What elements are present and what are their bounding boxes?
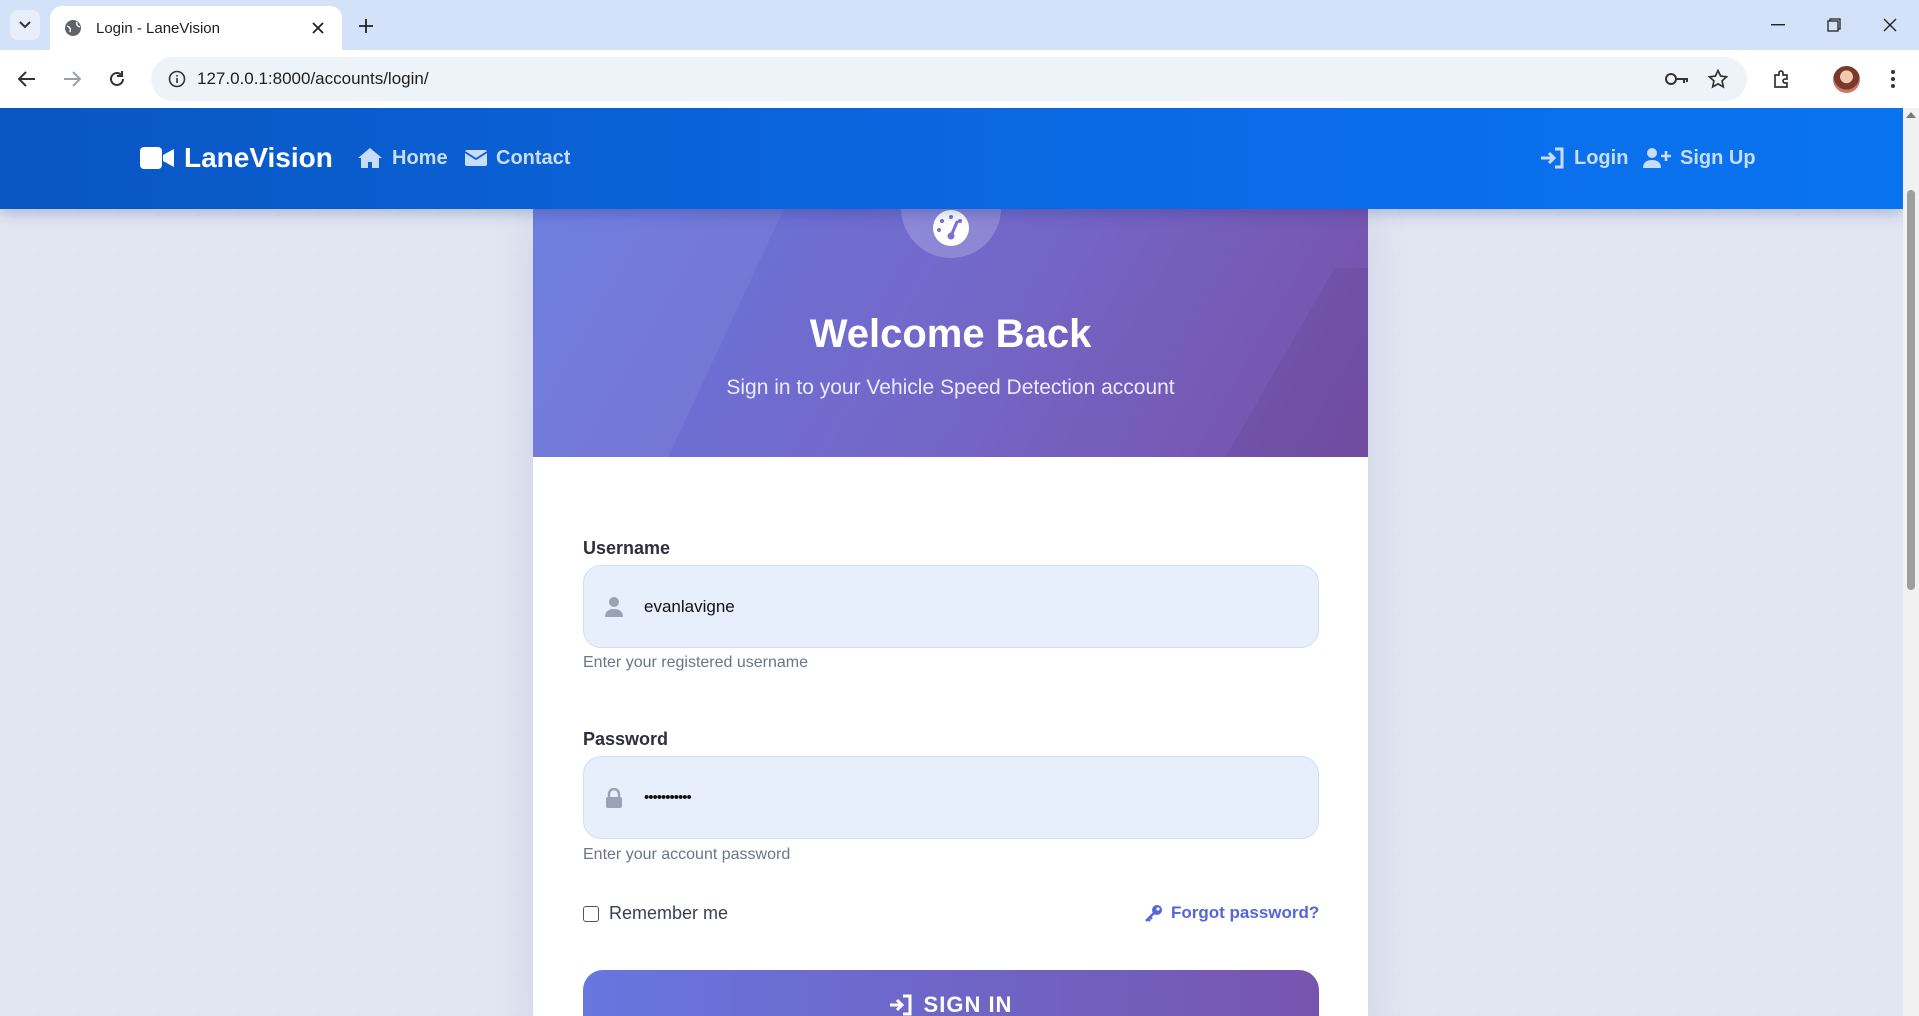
tab-title: Login - LaneVision (96, 19, 220, 37)
close-icon (1883, 18, 1897, 32)
scrollbar-thumb[interactable] (1907, 190, 1915, 590)
close-window-button[interactable] (1872, 10, 1908, 40)
nav-contact-link[interactable]: Contact (465, 138, 570, 178)
username-field[interactable]: evanlavigne (583, 565, 1319, 648)
url-text: 127.0.0.1:8000/accounts/login/ (197, 69, 429, 88)
user-plus-icon (1643, 148, 1671, 168)
extensions-icon[interactable] (1764, 57, 1800, 101)
brand-logo[interactable]: LaneVision (140, 138, 333, 178)
page-scrollbar[interactable] (1903, 108, 1919, 1016)
browser-menu-icon[interactable] (1875, 57, 1911, 101)
restore-icon (1827, 18, 1841, 32)
password-label: Password (583, 729, 669, 749)
reload-icon (110, 71, 124, 86)
remember-me[interactable]: Remember me (583, 903, 728, 924)
scroll-up-arrow[interactable] (1906, 112, 1916, 118)
username-label: Username (583, 538, 671, 558)
sign-in-icon (1541, 147, 1564, 169)
browser-tab[interactable]: Login - LaneVision (50, 6, 342, 50)
nav-home-label: Home (392, 146, 448, 169)
sign-in-button[interactable]: SIGN IN (583, 970, 1319, 1016)
minimize-button[interactable] (1760, 10, 1796, 40)
plus-icon (359, 19, 373, 33)
page-viewport: LaneVision Home Contact Login Sign Up We… (0, 108, 1903, 1016)
site-navbar: LaneVision Home Contact Login Sign Up (0, 108, 1903, 209)
home-icon (358, 148, 382, 168)
remember-label: Remember me (609, 903, 729, 923)
globe-icon (64, 19, 82, 37)
chevron-down-icon (19, 21, 31, 29)
address-bar[interactable]: 127.0.0.1:8000/accounts/login/ (151, 57, 1747, 101)
forgot-password-link[interactable]: Forgot password? (1145, 903, 1319, 923)
envelope-icon (465, 150, 487, 166)
reload-button[interactable] (102, 64, 132, 94)
minimize-icon (1771, 24, 1785, 26)
password-hint: Enter your account password (583, 846, 791, 863)
browser-toolbar: 127.0.0.1:8000/accounts/login/ (0, 50, 1919, 108)
sign-in-icon (889, 994, 912, 1016)
bookmark-star-icon[interactable] (1700, 57, 1736, 101)
sign-in-label: SIGN IN (923, 992, 1013, 1016)
arrow-right-icon (64, 71, 81, 87)
profile-avatar[interactable] (1833, 66, 1860, 93)
brand-name: LaneVision (184, 142, 333, 173)
tab-search-button[interactable] (10, 10, 40, 40)
nav-login-link[interactable]: Login (1541, 138, 1628, 178)
password-key-icon[interactable] (1659, 57, 1695, 101)
nav-login-label: Login (1574, 146, 1629, 169)
arrow-left-icon (18, 71, 35, 87)
user-icon (584, 596, 644, 617)
nav-signup-label: Sign Up (1680, 146, 1756, 169)
nav-contact-label: Contact (496, 146, 571, 169)
login-form: Username evanlavigne Enter your register… (533, 208, 1368, 1016)
forward-button[interactable] (57, 64, 87, 94)
nav-signup-link[interactable]: Sign Up (1643, 138, 1756, 178)
key-icon (1145, 905, 1162, 922)
remember-checkbox[interactable] (583, 905, 599, 922)
back-button[interactable] (12, 64, 42, 94)
nav-home-link[interactable]: Home (357, 138, 448, 178)
password-value: ••••••••••• (644, 789, 692, 806)
new-tab-button[interactable] (352, 12, 380, 40)
forgot-password-label: Forgot password? (1171, 903, 1320, 922)
username-hint: Enter your registered username (583, 654, 808, 671)
close-icon[interactable] (308, 18, 328, 38)
video-camera-icon (140, 147, 174, 169)
password-field[interactable]: ••••••••••• (583, 756, 1319, 839)
site-info-icon[interactable] (157, 57, 197, 101)
username-value: evanlavigne (644, 596, 735, 616)
lock-icon (584, 787, 644, 808)
browser-tabstrip: Login - LaneVision (0, 0, 1919, 50)
restore-button[interactable] (1816, 10, 1852, 40)
